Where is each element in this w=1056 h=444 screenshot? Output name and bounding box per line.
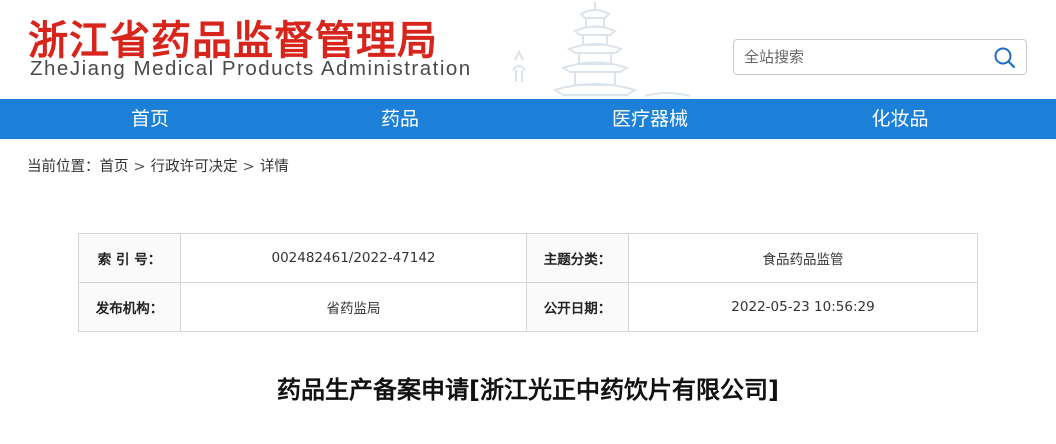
main-nav: 首页 药品 医疗器械 化妆品 [0,99,1056,139]
search-input[interactable] [744,46,984,68]
breadcrumb-admin-decision-link[interactable]: 行政许可决定 [151,159,238,175]
site-subtitle: ZheJiang Medical Products Administration [30,57,472,80]
breadcrumb-separator: > [133,159,146,175]
breadcrumb: 当前位置：首页 > 行政许可决定 > 详情 [27,155,289,176]
breadcrumb-current: 详情 [259,159,289,175]
document-info-table: 索 引 号： 002482461/2022-47142 主题分类： 食品药品监管… [78,233,978,332]
search-box [733,39,1027,75]
search-icon[interactable] [992,45,1018,71]
nav-item-home[interactable]: 首页 [90,99,210,139]
nav-item-drugs[interactable]: 药品 [340,99,460,139]
breadcrumb-separator: > [242,159,255,175]
article-title: 药品生产备案申请[浙江光正中药饮片有限公司] [277,376,779,404]
publish-date-label: 公开日期： [526,282,629,332]
breadcrumb-prefix: 当前位置： [27,159,100,175]
table-row: 发布机构： 省药监局 公开日期： 2022-05-23 10:56:29 [78,282,978,332]
pagoda-watermark-icon [512,2,691,97]
site-header: 浙江省药品监督管理局 ZheJiang Medical Products Adm… [0,0,1056,99]
table-row: 索 引 号： 002482461/2022-47142 主题分类： 食品药品监管 [78,233,978,283]
topic-category-value: 食品药品监管 [628,233,978,283]
topic-category-label: 主题分类： [526,233,629,283]
breadcrumb-home-link[interactable]: 首页 [100,159,129,175]
publisher-label: 发布机构： [78,282,181,332]
nav-item-medical-devices[interactable]: 医疗器械 [590,99,710,139]
index-number-value: 002482461/2022-47142 [180,233,527,283]
publish-date-value: 2022-05-23 10:56:29 [628,282,978,332]
publisher-value: 省药监局 [180,282,527,332]
index-number-label: 索 引 号： [78,233,181,283]
nav-item-cosmetics[interactable]: 化妆品 [840,99,960,139]
